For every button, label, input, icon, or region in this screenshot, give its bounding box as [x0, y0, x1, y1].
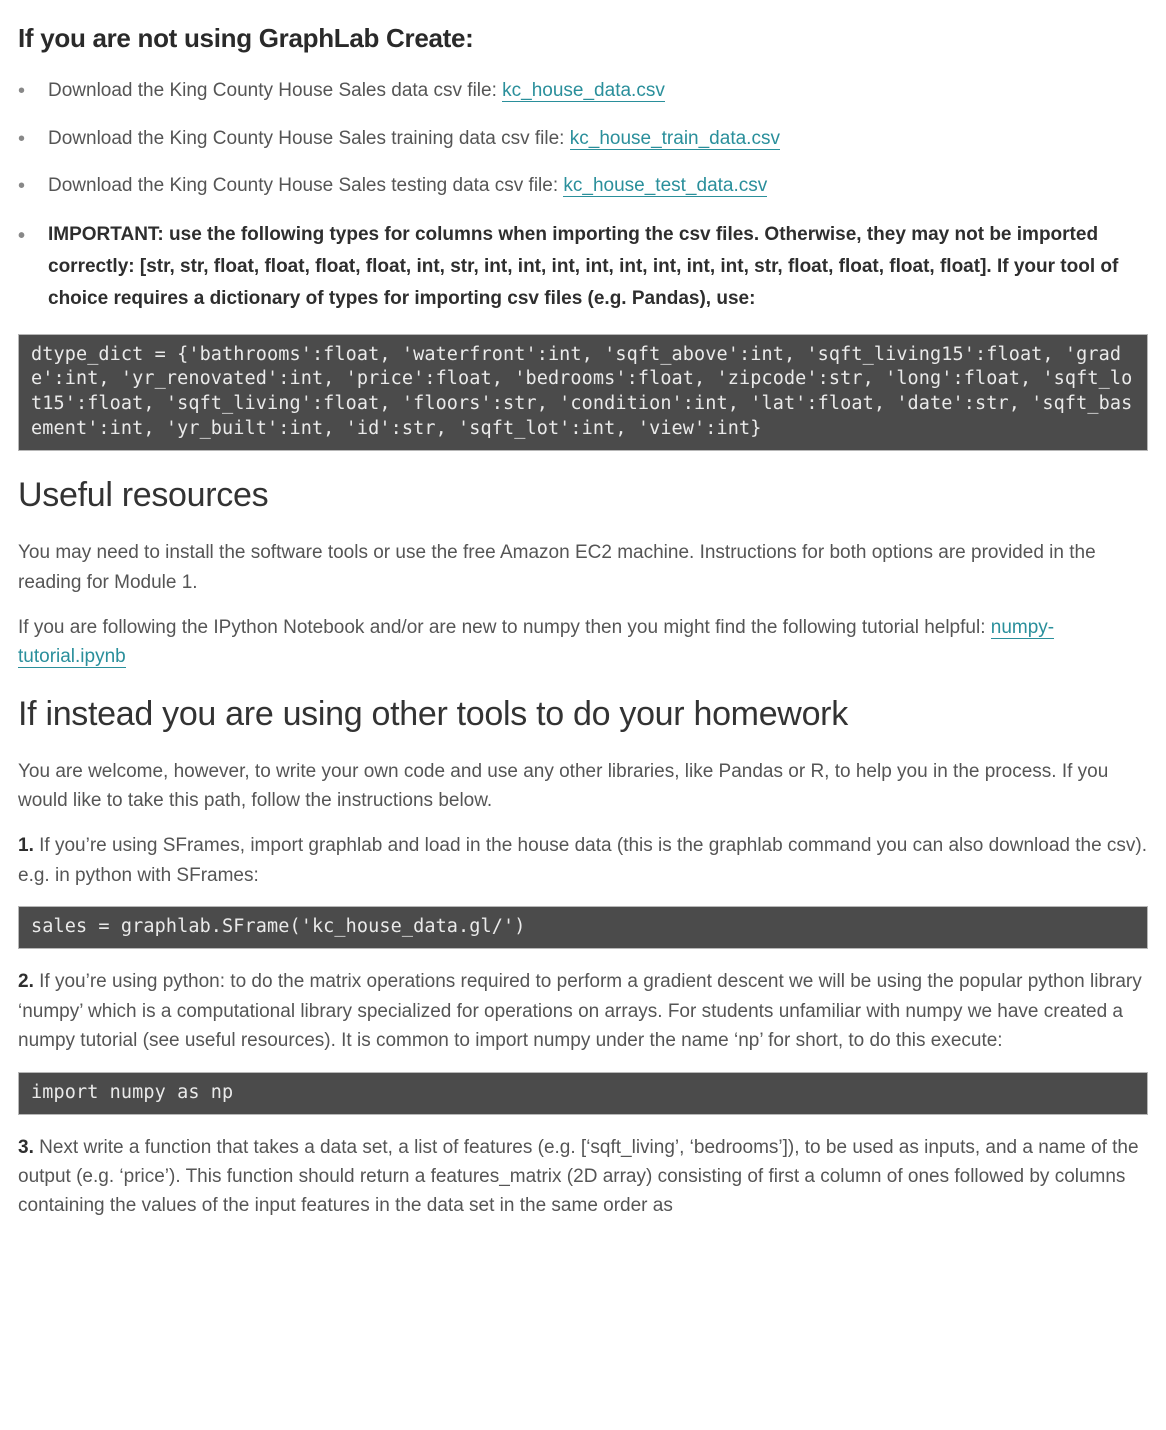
- step-number: 1.: [18, 835, 34, 856]
- list-item: Download the King County House Sales tes…: [18, 171, 1148, 200]
- step-text: Next write a function that takes a data …: [18, 1137, 1139, 1217]
- step-1: 1. If you’re using SFrames, import graph…: [18, 831, 1148, 890]
- list-item-text: Download the King County House Sales tra…: [48, 128, 570, 149]
- paragraph: If you are following the IPython Noteboo…: [18, 613, 1148, 672]
- download-list: Download the King County House Sales dat…: [18, 76, 1148, 315]
- download-link-test[interactable]: kc_house_test_data.csv: [563, 175, 767, 197]
- paragraph: You may need to install the software too…: [18, 538, 1148, 597]
- heading-not-using-graphlab: If you are not using GraphLab Create:: [18, 18, 1148, 58]
- download-link-data[interactable]: kc_house_data.csv: [502, 80, 665, 102]
- paragraph: You are welcome, however, to write your …: [18, 757, 1148, 816]
- heading-other-tools: If instead you are using other tools to …: [18, 688, 1148, 741]
- list-item: Download the King County House Sales dat…: [18, 76, 1148, 105]
- code-block-sframe: sales = graphlab.SFrame('kc_house_data.g…: [18, 906, 1148, 949]
- step-2: 2. If you’re using python: to do the mat…: [18, 967, 1148, 1055]
- heading-useful-resources: Useful resources: [18, 469, 1148, 522]
- paragraph-text: If you are following the IPython Noteboo…: [18, 617, 991, 638]
- download-link-train[interactable]: kc_house_train_data.csv: [570, 128, 780, 150]
- list-item: Download the King County House Sales tra…: [18, 124, 1148, 153]
- step-text: If you’re using python: to do the matrix…: [18, 971, 1142, 1051]
- step-number: 3.: [18, 1137, 34, 1158]
- step-number: 2.: [18, 971, 34, 992]
- step-3: 3. Next write a function that takes a da…: [18, 1133, 1148, 1221]
- list-item-text: Download the King County House Sales dat…: [48, 80, 502, 101]
- list-item-text: Download the King County House Sales tes…: [48, 175, 563, 196]
- important-note: IMPORTANT: use the following types for c…: [18, 219, 1148, 316]
- step-text: If you’re using SFrames, import graphlab…: [18, 835, 1147, 885]
- code-block-numpy: import numpy as np: [18, 1072, 1148, 1115]
- code-block-dtype: dtype_dict = {'bathrooms':float, 'waterf…: [18, 334, 1148, 452]
